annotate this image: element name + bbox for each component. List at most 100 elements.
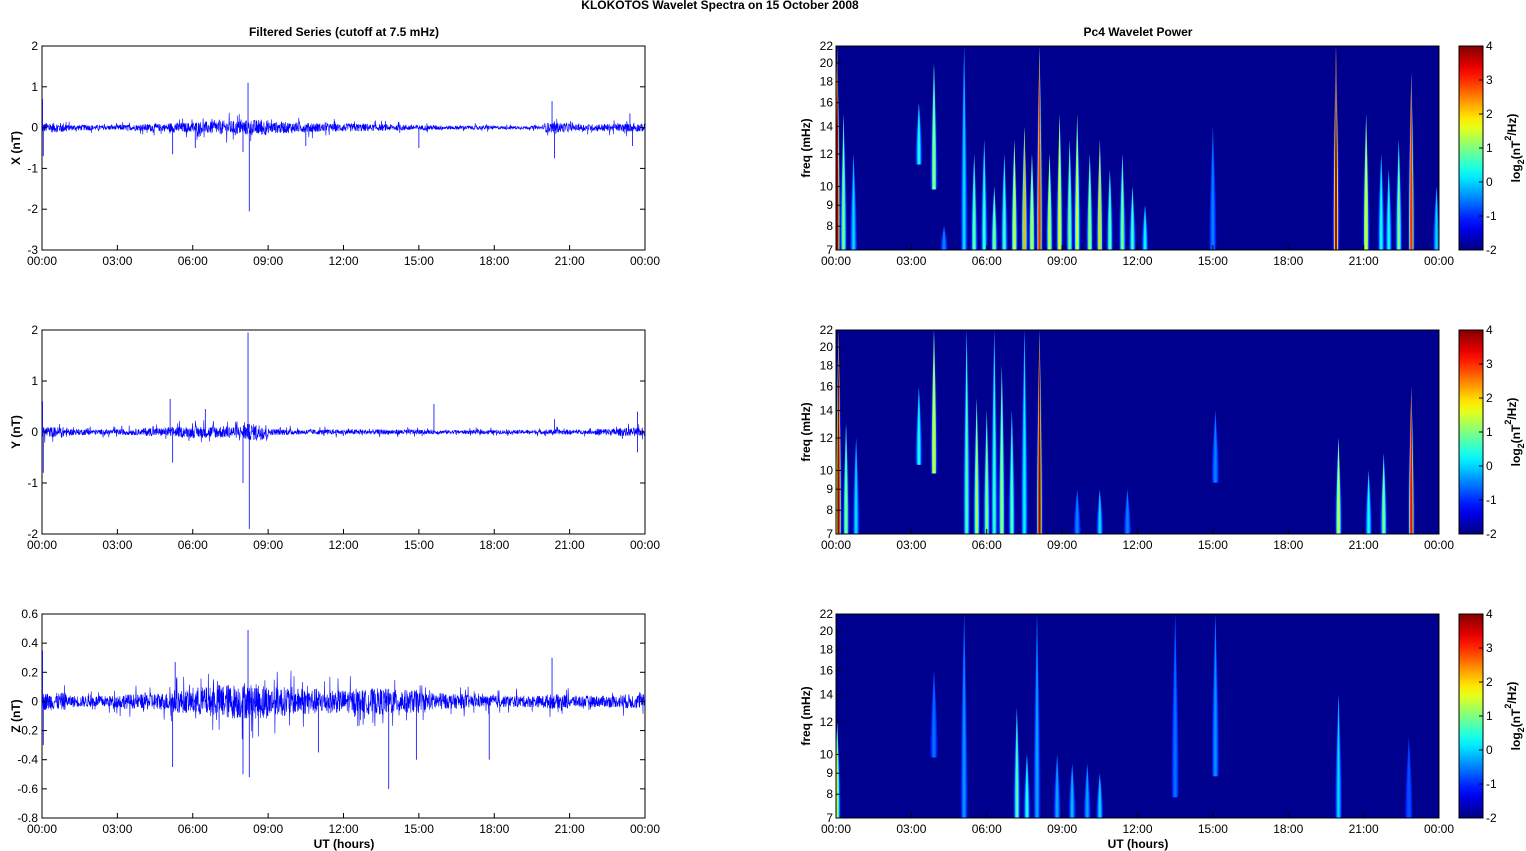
ylabel: X (nT) <box>9 131 23 165</box>
xtick-label: 03:00 <box>102 254 132 268</box>
xtick-label: 12:00 <box>328 254 358 268</box>
freq-ylabel: freq (mHz) <box>799 402 813 461</box>
colorbar-tick-label: -1 <box>1486 493 1497 507</box>
ytick-label: 0 <box>31 425 38 439</box>
colorbar-tick-label: 0 <box>1486 459 1493 473</box>
wavelet-background <box>836 330 1439 534</box>
xtick-label: 00:00 <box>27 538 57 552</box>
xtick-label: 00:00 <box>630 254 660 268</box>
xtick-label: 06:00 <box>178 254 208 268</box>
colorbar-tick-label: 0 <box>1486 175 1493 189</box>
colorbar-label-part: log <box>1509 732 1523 750</box>
freq-tick-label: 10 <box>820 179 834 193</box>
xtick-label: 06:00 <box>178 822 208 836</box>
wavelet-panel-Z: 78910121416182022freq (mHz) <box>799 607 1440 825</box>
colorbar-tick-label: -2 <box>1486 527 1497 541</box>
colorbar-tick-label: 4 <box>1486 607 1493 621</box>
freq-tick-label: 14 <box>820 404 834 418</box>
xtick-label: 21:00 <box>555 254 585 268</box>
wavelet-panel-Y: 78910121416182022freq (mHz) <box>799 323 1440 541</box>
xtick-label: 06:00 <box>972 254 1002 268</box>
colorbar: -2 -1 0 1 2 3 4 log2(nT2/Hz) <box>1458 323 1526 541</box>
ytick-label: 2 <box>31 39 38 53</box>
freq-tick-label: 20 <box>820 340 834 354</box>
xtick-label: 00:00 <box>821 254 851 268</box>
xtick-label: 00:00 <box>1424 822 1454 836</box>
xtick-label: 21:00 <box>555 538 585 552</box>
colorbar-label-part: /Hz) <box>1505 398 1519 420</box>
xtick-label: 12:00 <box>1122 822 1152 836</box>
xtick-label: 03:00 <box>896 254 926 268</box>
colorbar-tick-label: -1 <box>1486 777 1497 791</box>
freq-ylabel: freq (mHz) <box>799 118 813 177</box>
xtick-label: 09:00 <box>1047 254 1077 268</box>
ytick-label: -0.4 <box>17 753 38 767</box>
xtick-label: 09:00 <box>253 538 283 552</box>
ytick-label: -1 <box>27 476 38 490</box>
timeseries-panel-Z: -0.8-0.6-0.4-0.200.20.40.6Z (nT) <box>9 607 646 825</box>
wavelet-background <box>836 46 1439 250</box>
timeseries-panel-Y: -2-1012Y (nT) <box>9 323 646 541</box>
colorbar-tick-label: 1 <box>1486 709 1493 723</box>
colorbar-label-part: (nT <box>1509 140 1523 159</box>
xtick-label: 18:00 <box>479 538 509 552</box>
freq-tick-label: 9 <box>826 198 833 212</box>
xtick-label: 03:00 <box>896 822 926 836</box>
xtick-label: 00:00 <box>1424 254 1454 268</box>
freq-tick-label: 20 <box>820 624 834 638</box>
figure: KLOKOTOS Wavelet Spectra on 15 October 2… <box>9 0 1526 851</box>
ytick-label: 1 <box>31 374 38 388</box>
colorbar-label: log2(nT2/Hz) <box>1503 114 1526 183</box>
colorbar-tick-label: 4 <box>1486 39 1493 53</box>
freq-tick-label: 22 <box>820 607 834 621</box>
xtick-label: 03:00 <box>102 822 132 836</box>
wavelet-panel-X: 78910121416182022freq (mHz) <box>799 39 1440 257</box>
freq-tick-label: 16 <box>820 380 834 394</box>
colorbar-label-part: log <box>1509 164 1523 182</box>
freq-tick-label: 10 <box>820 747 834 761</box>
ytick-label: 0.4 <box>21 636 38 650</box>
xtick-label: 21:00 <box>1349 822 1379 836</box>
colorbar-label-part: log <box>1509 448 1523 466</box>
freq-tick-label: 14 <box>820 120 834 134</box>
colorbar-label: log2(nT2/Hz) <box>1503 398 1526 467</box>
freq-tick-label: 18 <box>820 643 834 657</box>
left-xlabel: UT (hours) <box>314 837 375 851</box>
freq-tick-label: 14 <box>820 688 834 702</box>
xtick-label: 12:00 <box>1122 254 1152 268</box>
xtick-label: 15:00 <box>1198 538 1228 552</box>
freq-tick-label: 18 <box>820 359 834 373</box>
xtick-label: 00:00 <box>821 538 851 552</box>
colorbar-tick-label: 3 <box>1486 641 1493 655</box>
freq-tick-label: 20 <box>820 56 834 70</box>
xtick-label: 12:00 <box>328 538 358 552</box>
xtick-label: 00:00 <box>630 538 660 552</box>
xtick-label: 21:00 <box>555 822 585 836</box>
figure-title: KLOKOTOS Wavelet Spectra on 15 October 2… <box>581 0 859 12</box>
xtick-label: 09:00 <box>1047 822 1077 836</box>
colorbar-tick-label: -1 <box>1486 209 1497 223</box>
right-xlabel: UT (hours) <box>1108 837 1169 851</box>
xtick-label: 18:00 <box>479 822 509 836</box>
xtick-label: 21:00 <box>1349 254 1379 268</box>
xtick-label: 18:00 <box>1273 254 1303 268</box>
colorbar-label-part: /Hz) <box>1505 114 1519 136</box>
freq-tick-label: 10 <box>820 463 834 477</box>
ytick-label: 0.6 <box>21 607 38 621</box>
colorbar-label: log2(nT2/Hz) <box>1503 682 1526 751</box>
xtick-label: 15:00 <box>1198 254 1228 268</box>
freq-tick-label: 8 <box>826 503 833 517</box>
colorbar-tick-label: 4 <box>1486 323 1493 337</box>
freq-tick-label: 12 <box>820 715 834 729</box>
xtick-label: 06:00 <box>972 822 1002 836</box>
colorbar-tick-label: 1 <box>1486 141 1493 155</box>
ytick-label: -0.6 <box>17 782 38 796</box>
xtick-label: 15:00 <box>404 254 434 268</box>
freq-tick-label: 8 <box>826 219 833 233</box>
xtick-label: 00:00 <box>630 822 660 836</box>
xtick-label: 12:00 <box>328 822 358 836</box>
colorbar-tick-label: 2 <box>1486 675 1493 689</box>
freq-tick-label: 9 <box>826 766 833 780</box>
ytick-label: 2 <box>31 323 38 337</box>
colorbar: -2 -1 0 1 2 3 4 log2(nT2/Hz) <box>1458 39 1526 257</box>
